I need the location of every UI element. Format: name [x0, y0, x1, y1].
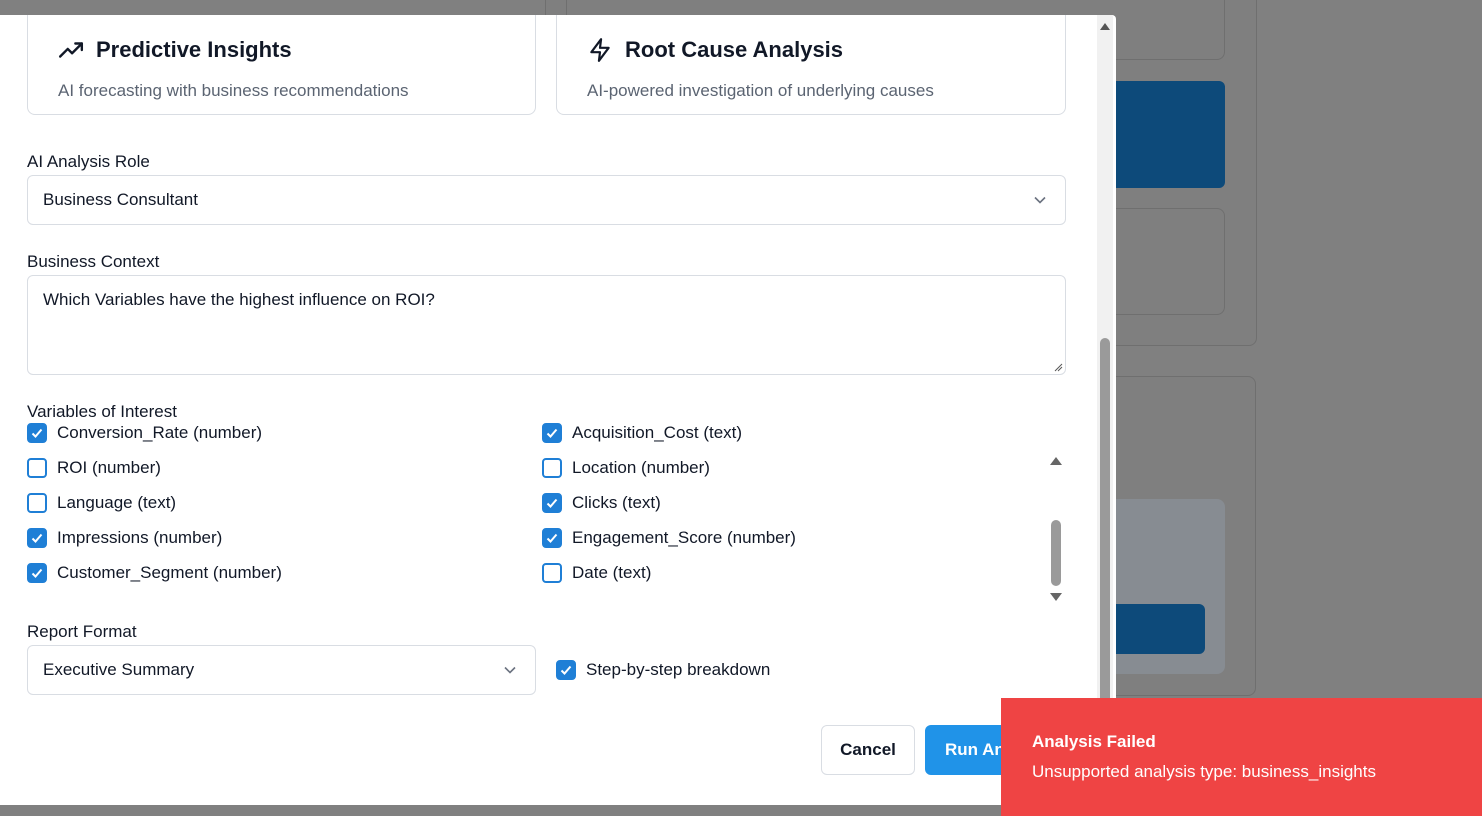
toast-message: Unsupported analysis type: business_insi… — [1032, 762, 1376, 781]
ai-role-value: Business Consultant — [43, 190, 198, 209]
background-button — [1100, 81, 1225, 188]
variable-checkbox[interactable] — [27, 563, 47, 583]
trending-up-icon — [58, 42, 84, 58]
business-context-label: Business Context — [27, 252, 160, 271]
checkmark-icon — [31, 568, 43, 578]
chevron-down-icon — [504, 666, 516, 674]
variable-checkbox[interactable] — [542, 458, 562, 478]
variable-checkbox-row[interactable]: Date (text) — [542, 563, 651, 583]
variable-label: Location (number) — [572, 458, 710, 477]
variable-checkbox[interactable] — [542, 493, 562, 513]
variable-label: Date (text) — [572, 563, 652, 582]
card-description: AI-powered investigation of underlying c… — [587, 81, 934, 100]
checkmark-icon — [546, 498, 558, 508]
checkmark-icon — [31, 533, 43, 543]
scroll-up-arrow-icon[interactable] — [1050, 457, 1062, 465]
checkmark-icon — [31, 428, 43, 438]
variable-checkbox[interactable] — [27, 493, 47, 513]
ai-role-label: AI Analysis Role — [27, 152, 150, 171]
variables-label: Variables of Interest — [27, 402, 177, 421]
variable-checkbox-row[interactable]: Acquisition_Cost (text) — [542, 423, 742, 443]
checkmark-icon — [546, 428, 558, 438]
variable-checkbox-row[interactable]: Impressions (number) — [27, 528, 222, 548]
card-title-text: Root Cause Analysis — [625, 37, 844, 62]
variable-checkbox-row[interactable]: Clicks (text) — [542, 493, 661, 513]
variable-checkbox-row[interactable]: Language (text) — [27, 493, 176, 513]
scroll-thumb[interactable] — [1051, 520, 1061, 586]
ai-role-select[interactable]: Business Consultant — [27, 175, 1066, 225]
scroll-up-arrow-icon[interactable] — [1100, 23, 1110, 30]
variable-label: Engagement_Score (number) — [572, 528, 796, 547]
variables-scrollbar[interactable] — [1045, 450, 1067, 610]
modal-scrollbar[interactable] — [1097, 15, 1113, 805]
variables-list: Conversion_Rate (number) Acquisition_Cost… — [27, 420, 1067, 595]
variable-checkbox-row[interactable]: Customer_Segment (number) — [27, 563, 282, 583]
variable-checkbox[interactable] — [27, 458, 47, 478]
variable-checkbox[interactable] — [27, 528, 47, 548]
resize-handle-icon[interactable] — [1053, 362, 1063, 372]
report-format-select[interactable]: Executive Summary — [27, 645, 536, 695]
checkmark-icon — [546, 533, 558, 543]
checkmark-icon — [560, 665, 572, 675]
business-context-textarea[interactable]: Which Variables have the highest influen… — [27, 275, 1066, 375]
variable-checkbox[interactable] — [542, 563, 562, 583]
business-context-value: Which Variables have the highest influen… — [43, 290, 435, 309]
step-by-step-label: Step-by-step breakdown — [586, 660, 771, 679]
error-toast[interactable]: Analysis Failed Unsupported analysis typ… — [1001, 698, 1482, 816]
variable-label: Impressions (number) — [57, 528, 223, 547]
scroll-down-arrow-icon[interactable] — [1050, 593, 1062, 601]
variable-checkbox[interactable] — [542, 423, 562, 443]
card-title: Predictive Insights — [58, 37, 292, 63]
card-description: AI forecasting with business recommendat… — [58, 81, 409, 100]
variable-label: Clicks (text) — [572, 493, 661, 512]
variable-label: Conversion_Rate (number) — [57, 423, 263, 442]
report-format-label: Report Format — [27, 622, 137, 641]
report-format-value: Executive Summary — [43, 660, 195, 679]
analysis-modal: Predictive Insights AI forecasting with … — [0, 15, 1116, 805]
variable-label: Acquisition_Cost (text) — [572, 423, 743, 442]
variable-checkbox-row[interactable]: ROI (number) — [27, 458, 161, 478]
step-by-step-checkbox[interactable] — [556, 660, 576, 680]
analysis-type-card-predictive[interactable]: Predictive Insights AI forecasting with … — [27, 15, 536, 115]
step-by-step-checkbox-row[interactable]: Step-by-step breakdown — [556, 660, 770, 680]
card-title-text: Predictive Insights — [96, 37, 292, 62]
variable-checkbox[interactable] — [27, 423, 47, 443]
toast-title: Analysis Failed — [1032, 732, 1156, 751]
variable-checkbox[interactable] — [542, 528, 562, 548]
variable-checkbox-row[interactable]: Engagement_Score (number) — [542, 528, 796, 548]
cancel-button[interactable]: Cancel — [821, 725, 915, 775]
variable-checkbox-row[interactable]: Conversion_Rate (number) — [27, 423, 262, 443]
analysis-type-card-root-cause[interactable]: Root Cause Analysis AI-powered investiga… — [556, 15, 1066, 115]
lightning-icon — [590, 38, 610, 62]
variable-label: ROI (number) — [57, 458, 161, 477]
chevron-down-icon — [1034, 196, 1046, 204]
card-title: Root Cause Analysis — [587, 37, 843, 63]
variable-label: Language (text) — [57, 493, 177, 512]
variable-label: Customer_Segment (number) — [57, 563, 282, 582]
background-card — [1100, 208, 1225, 315]
variable-checkbox-row[interactable]: Location (number) — [542, 458, 710, 478]
